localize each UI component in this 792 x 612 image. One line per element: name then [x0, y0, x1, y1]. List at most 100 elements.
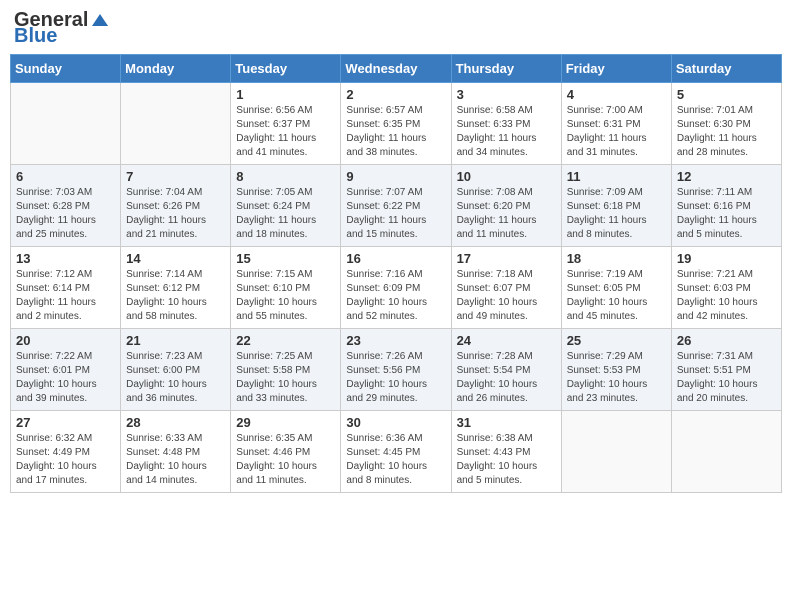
cell-content: Sunrise: 6:36 AMSunset: 4:45 PMDaylight:…: [346, 432, 445, 488]
day-number: 19: [677, 251, 776, 266]
day-number: 25: [567, 333, 666, 348]
cell-content: Sunrise: 7:03 AMSunset: 6:28 PMDaylight:…: [16, 186, 115, 242]
cell-content: Sunrise: 6:35 AMSunset: 4:46 PMDaylight:…: [236, 432, 335, 488]
calendar-cell: 15 Sunrise: 7:15 AMSunset: 6:10 PMDayligh…: [231, 247, 341, 329]
calendar-body: 1 Sunrise: 6:56 AMSunset: 6:37 PMDaylight…: [11, 83, 782, 493]
calendar-cell: 24Sunrise: 7:28 AMSunset: 5:54 PMDayligh…: [451, 329, 561, 411]
calendar-cell: 29 Sunrise: 6:35 AMSunset: 4:46 PMDayligh…: [231, 411, 341, 493]
cell-content: Sunrise: 7:18 AMSunset: 6:07 PMDaylight:…: [457, 268, 556, 324]
header-row: SundayMondayTuesdayWednesdayThursdayFrid…: [11, 55, 782, 83]
calendar-cell: 13 Sunrise: 7:12 AMSunset: 6:14 PMDayligh…: [11, 247, 121, 329]
day-number: 30: [346, 415, 445, 430]
calendar-cell: 30 Sunrise: 6:36 AMSunset: 4:45 PMDayligh…: [341, 411, 451, 493]
day-number: 3: [457, 87, 556, 102]
calendar-cell: 2Sunrise: 6:57 AMSunset: 6:35 PMDaylight…: [341, 83, 451, 165]
cell-content: Sunrise: 6:56 AMSunset: 6:37 PMDaylight:…: [236, 104, 335, 160]
day-number: 6: [16, 169, 115, 184]
cell-content: Sunrise: 7:19 AMSunset: 6:05 PMDaylight:…: [567, 268, 666, 324]
week-row-5: 27 Sunrise: 6:32 AMSunset: 4:49 PMDayligh…: [11, 411, 782, 493]
day-number: 18: [567, 251, 666, 266]
calendar-cell: 19Sunrise: 7:21 AMSunset: 6:03 PMDayligh…: [671, 247, 781, 329]
day-number: 5: [677, 87, 776, 102]
day-number: 11: [567, 169, 666, 184]
calendar-cell: 31Sunrise: 6:38 AMSunset: 4:43 PMDayligh…: [451, 411, 561, 493]
cell-content: Sunrise: 7:16 AMSunset: 6:09 PMDaylight:…: [346, 268, 445, 324]
calendar-cell: 25Sunrise: 7:29 AMSunset: 5:53 PMDayligh…: [561, 329, 671, 411]
day-number: 22: [236, 333, 335, 348]
day-number: 4: [567, 87, 666, 102]
day-number: 13: [16, 251, 115, 266]
calendar-cell: 28 Sunrise: 6:33 AMSunset: 4:48 PMDayligh…: [121, 411, 231, 493]
cell-content: Sunrise: 7:00 AMSunset: 6:31 PMDaylight:…: [567, 104, 666, 160]
day-number: 8: [236, 169, 335, 184]
calendar-cell: 27 Sunrise: 6:32 AMSunset: 4:49 PMDayligh…: [11, 411, 121, 493]
calendar-cell: 10 Sunrise: 7:08 AMSunset: 6:20 PMDayligh…: [451, 165, 561, 247]
calendar-cell: 4 Sunrise: 7:00 AMSunset: 6:31 PMDaylight…: [561, 83, 671, 165]
calendar-cell: 20 Sunrise: 7:22 AMSunset: 6:01 PMDayligh…: [11, 329, 121, 411]
calendar-cell: [671, 411, 781, 493]
day-number: 12: [677, 169, 776, 184]
calendar-cell: 8 Sunrise: 7:05 AMSunset: 6:24 PMDaylight…: [231, 165, 341, 247]
calendar-cell: 5 Sunrise: 7:01 AMSunset: 6:30 PMDaylight…: [671, 83, 781, 165]
calendar-cell: 23 Sunrise: 7:26 AMSunset: 5:56 PMDayligh…: [341, 329, 451, 411]
cell-content: Sunrise: 7:15 AMSunset: 6:10 PMDaylight:…: [236, 268, 335, 324]
day-number: 15: [236, 251, 335, 266]
calendar-cell: 6 Sunrise: 7:03 AMSunset: 6:28 PMDaylight…: [11, 165, 121, 247]
calendar-cell: 9Sunrise: 7:07 AMSunset: 6:22 PMDaylight…: [341, 165, 451, 247]
calendar-cell: 1 Sunrise: 6:56 AMSunset: 6:37 PMDaylight…: [231, 83, 341, 165]
calendar-cell: 12 Sunrise: 7:11 AMSunset: 6:16 PMDayligh…: [671, 165, 781, 247]
calendar-cell: 22 Sunrise: 7:25 AMSunset: 5:58 PMDayligh…: [231, 329, 341, 411]
cell-content: Sunrise: 7:11 AMSunset: 6:16 PMDaylight:…: [677, 186, 776, 242]
calendar-cell: 14Sunrise: 7:14 AMSunset: 6:12 PMDayligh…: [121, 247, 231, 329]
day-number: 31: [457, 415, 556, 430]
logo: General Blue: [14, 10, 110, 46]
cell-content: Sunrise: 7:26 AMSunset: 5:56 PMDaylight:…: [346, 350, 445, 406]
day-number: 26: [677, 333, 776, 348]
day-number: 10: [457, 169, 556, 184]
day-number: 23: [346, 333, 445, 348]
calendar-cell: 16 Sunrise: 7:16 AMSunset: 6:09 PMDayligh…: [341, 247, 451, 329]
week-row-1: 1 Sunrise: 6:56 AMSunset: 6:37 PMDaylight…: [11, 83, 782, 165]
calendar-table: SundayMondayTuesdayWednesdayThursdayFrid…: [10, 54, 782, 493]
day-number: 27: [16, 415, 115, 430]
day-number: 14: [126, 251, 225, 266]
calendar-cell: [121, 83, 231, 165]
logo-icon: [90, 12, 110, 28]
day-number: 28: [126, 415, 225, 430]
cell-content: Sunrise: 6:32 AMSunset: 4:49 PMDaylight:…: [16, 432, 115, 488]
cell-content: Sunrise: 7:12 AMSunset: 6:14 PMDaylight:…: [16, 268, 115, 324]
cell-content: Sunrise: 7:09 AMSunset: 6:18 PMDaylight:…: [567, 186, 666, 242]
day-number: 7: [126, 169, 225, 184]
header-cell-thursday: Thursday: [451, 55, 561, 83]
page-header: General Blue: [10, 10, 782, 46]
calendar-cell: 26Sunrise: 7:31 AMSunset: 5:51 PMDayligh…: [671, 329, 781, 411]
cell-content: Sunrise: 7:01 AMSunset: 6:30 PMDaylight:…: [677, 104, 776, 160]
cell-content: Sunrise: 6:33 AMSunset: 4:48 PMDaylight:…: [126, 432, 225, 488]
cell-content: Sunrise: 7:05 AMSunset: 6:24 PMDaylight:…: [236, 186, 335, 242]
header-cell-friday: Friday: [561, 55, 671, 83]
calendar-cell: 18 Sunrise: 7:19 AMSunset: 6:05 PMDayligh…: [561, 247, 671, 329]
cell-content: Sunrise: 7:22 AMSunset: 6:01 PMDaylight:…: [16, 350, 115, 406]
calendar-cell: 7 Sunrise: 7:04 AMSunset: 6:26 PMDaylight…: [121, 165, 231, 247]
calendar-cell: 11 Sunrise: 7:09 AMSunset: 6:18 PMDayligh…: [561, 165, 671, 247]
calendar-cell: [561, 411, 671, 493]
day-number: 29: [236, 415, 335, 430]
cell-content: Sunrise: 6:58 AMSunset: 6:33 PMDaylight:…: [457, 104, 556, 160]
cell-content: Sunrise: 7:08 AMSunset: 6:20 PMDaylight:…: [457, 186, 556, 242]
calendar-cell: 17 Sunrise: 7:18 AMSunset: 6:07 PMDayligh…: [451, 247, 561, 329]
header-cell-monday: Monday: [121, 55, 231, 83]
logo-blue-text: Blue: [14, 26, 57, 46]
day-number: 20: [16, 333, 115, 348]
day-number: 17: [457, 251, 556, 266]
day-number: 16: [346, 251, 445, 266]
cell-content: Sunrise: 7:25 AMSunset: 5:58 PMDaylight:…: [236, 350, 335, 406]
week-row-3: 13 Sunrise: 7:12 AMSunset: 6:14 PMDayligh…: [11, 247, 782, 329]
calendar-cell: 21Sunrise: 7:23 AMSunset: 6:00 PMDayligh…: [121, 329, 231, 411]
header-cell-wednesday: Wednesday: [341, 55, 451, 83]
calendar-cell: 3 Sunrise: 6:58 AMSunset: 6:33 PMDaylight…: [451, 83, 561, 165]
week-row-2: 6 Sunrise: 7:03 AMSunset: 6:28 PMDaylight…: [11, 165, 782, 247]
cell-content: Sunrise: 7:04 AMSunset: 6:26 PMDaylight:…: [126, 186, 225, 242]
day-number: 1: [236, 87, 335, 102]
cell-content: Sunrise: 6:57 AMSunset: 6:35 PMDaylight:…: [346, 104, 445, 160]
header-cell-saturday: Saturday: [671, 55, 781, 83]
